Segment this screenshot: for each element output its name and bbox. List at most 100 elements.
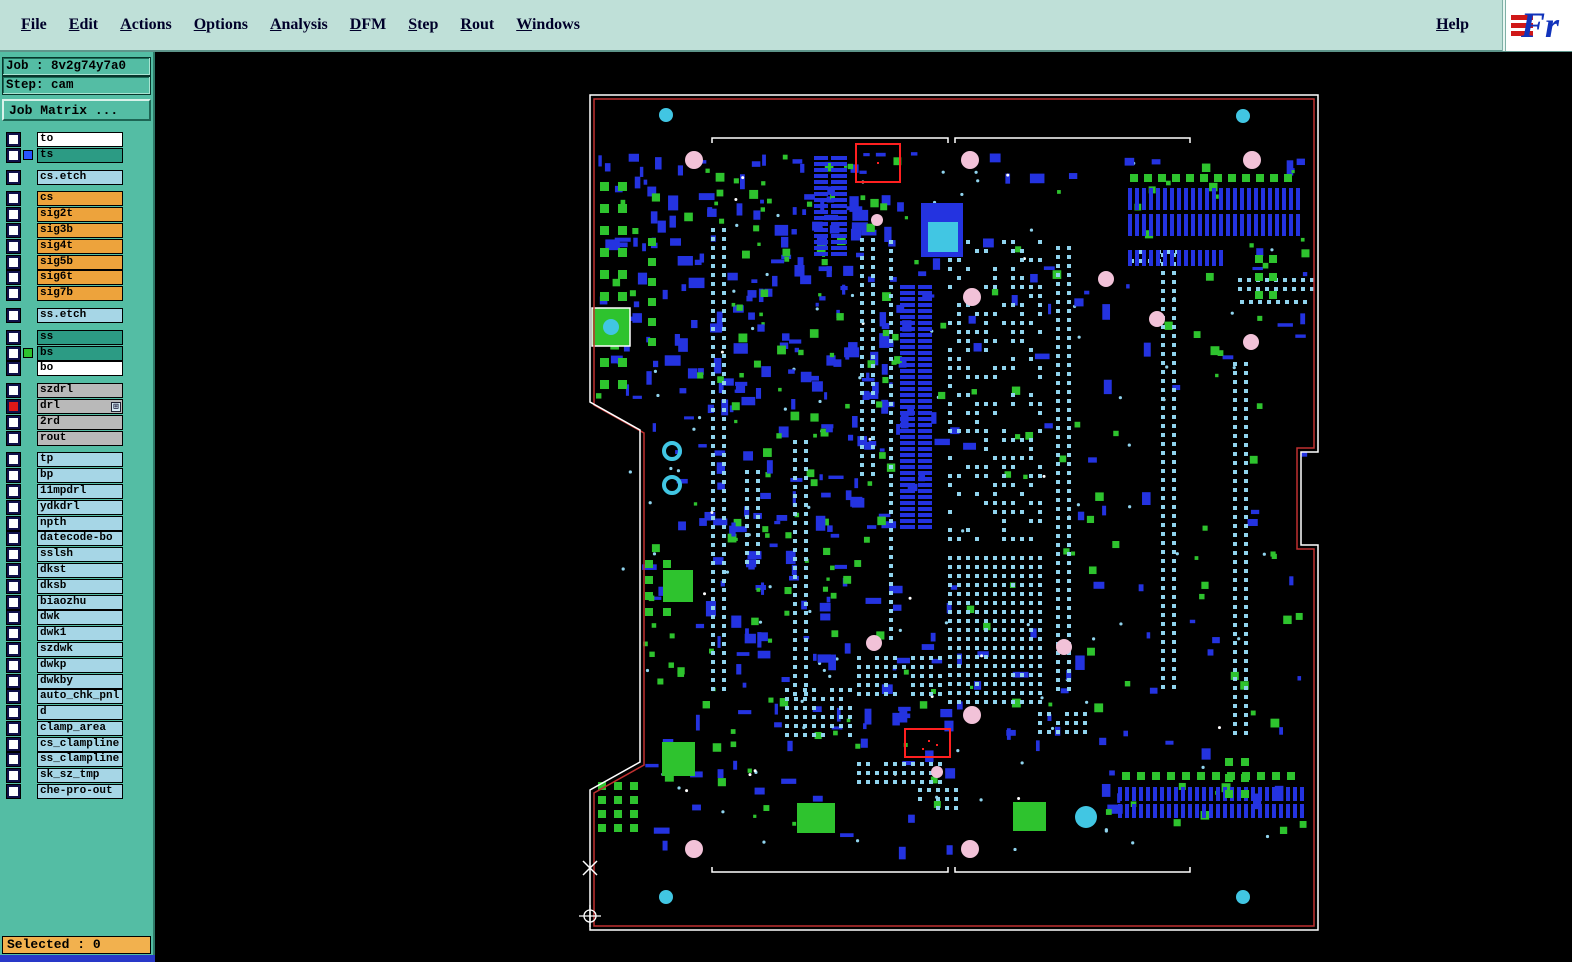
layer-label-drl[interactable]: drl ⊞ bbox=[37, 398, 123, 414]
layer-visibility-checkbox[interactable] bbox=[6, 414, 21, 430]
layer-visibility-checkbox[interactable] bbox=[6, 147, 21, 163]
layer-visibility-checkbox[interactable] bbox=[6, 286, 21, 302]
layer-label-npth[interactable]: npth bbox=[37, 515, 123, 531]
layer-visibility-checkbox[interactable] bbox=[6, 626, 21, 642]
layer-label-tp[interactable]: tp bbox=[37, 452, 123, 468]
layer-label-to[interactable]: to bbox=[37, 132, 123, 147]
layer-label-ss_clampline[interactable]: ss_clampline bbox=[37, 752, 123, 768]
menu-edit[interactable]: Edit bbox=[58, 12, 109, 38]
layer-visibility-checkbox[interactable] bbox=[6, 610, 21, 626]
pcb-view[interactable] bbox=[155, 52, 1572, 962]
layer-row-clamp_area: clamp_area bbox=[0, 720, 155, 736]
layer-visibility-checkbox[interactable] bbox=[6, 768, 21, 784]
layer-visibility-checkbox[interactable] bbox=[6, 468, 21, 484]
layer-label-biaozhu[interactable]: biaozhu bbox=[37, 594, 123, 610]
layer-label-11mpdrl[interactable]: 11mpdrl bbox=[37, 483, 123, 499]
menu-bar: File Edit Actions Options Analysis DFM Step Rou… bbox=[0, 0, 1572, 52]
menu-rout[interactable]: Rout bbox=[449, 12, 505, 38]
menu-windows[interactable]: Windows bbox=[505, 12, 591, 38]
layer-visibility-checkbox[interactable] bbox=[6, 361, 21, 377]
menu-step[interactable]: Step bbox=[397, 12, 449, 38]
layer-label-cs.etch[interactable]: cs.etch bbox=[37, 169, 123, 185]
layer-visibility-checkbox[interactable] bbox=[6, 547, 21, 563]
layer-row-bp: bp bbox=[0, 468, 155, 484]
menu-analysis[interactable]: Analysis bbox=[259, 12, 339, 38]
layer-visibility-checkbox[interactable] bbox=[6, 430, 21, 446]
layer-visibility-checkbox[interactable] bbox=[6, 207, 21, 223]
layer-row-dwkby: dwkby bbox=[0, 673, 155, 689]
layer-visibility-checkbox[interactable] bbox=[6, 720, 21, 736]
layer-visibility-checkbox[interactable] bbox=[6, 169, 21, 185]
layer-label-szdrl[interactable]: szdrl bbox=[37, 383, 123, 399]
layer-visibility-checkbox[interactable] bbox=[6, 562, 21, 578]
layer-row-dwk1: dwk1 bbox=[0, 626, 155, 642]
layer-visibility-checkbox[interactable] bbox=[6, 452, 21, 468]
layer-label-2rd[interactable]: 2rd bbox=[37, 414, 123, 430]
layer-label-ss[interactable]: ss bbox=[37, 329, 123, 345]
layer-label-rout[interactable]: rout bbox=[37, 430, 123, 446]
layer-label-sslsh[interactable]: sslsh bbox=[37, 547, 123, 563]
layer-label-ss.etch[interactable]: ss.etch bbox=[37, 307, 123, 323]
layer-visibility-checkbox[interactable] bbox=[6, 689, 21, 705]
layer-visibility-checkbox[interactable] bbox=[6, 594, 21, 610]
layer-visibility-checkbox[interactable] bbox=[6, 531, 21, 547]
layer-label-cs[interactable]: cs bbox=[37, 191, 123, 207]
layer-label-sk_sz_tmp[interactable]: sk_sz_tmp bbox=[37, 768, 123, 784]
menu-actions[interactable]: Actions bbox=[109, 12, 183, 38]
layer-label-ydkdrl[interactable]: ydkdrl bbox=[37, 499, 123, 515]
layer-visibility-checkbox[interactable] bbox=[6, 398, 21, 414]
layer-row-dksb: dksb bbox=[0, 578, 155, 594]
layer-visibility-checkbox[interactable] bbox=[6, 499, 21, 515]
layer-label-bp[interactable]: bp bbox=[37, 468, 123, 484]
layer-label-dwk[interactable]: dwk bbox=[37, 610, 123, 626]
layer-visibility-checkbox[interactable] bbox=[6, 383, 21, 399]
layer-visibility-checkbox[interactable] bbox=[6, 752, 21, 768]
layer-label-dwk1[interactable]: dwk1 bbox=[37, 626, 123, 642]
layer-label-bs[interactable]: bs bbox=[37, 345, 123, 361]
layer-label-cs_clampline[interactable]: cs_clampline bbox=[37, 736, 123, 752]
layer-visibility-checkbox[interactable] bbox=[6, 657, 21, 673]
layer-label-sig3b[interactable]: sig3b bbox=[37, 222, 123, 238]
layer-visibility-checkbox[interactable] bbox=[6, 673, 21, 689]
layer-visibility-checkbox[interactable] bbox=[6, 736, 21, 752]
layer-label-sig5b[interactable]: sig5b bbox=[37, 254, 123, 270]
menu-help[interactable]: Help bbox=[1425, 12, 1480, 38]
layer-label-sig4t[interactable]: sig4t bbox=[37, 238, 123, 254]
layer-visibility-checkbox[interactable] bbox=[6, 307, 21, 323]
layer-visibility-checkbox[interactable] bbox=[6, 705, 21, 721]
menu-options[interactable]: Options bbox=[183, 12, 259, 38]
layer-visibility-checkbox[interactable] bbox=[6, 270, 21, 286]
layer-visibility-checkbox[interactable] bbox=[6, 254, 21, 270]
job-matrix-button[interactable]: Job Matrix ... bbox=[2, 99, 151, 121]
layer-label-dwkby[interactable]: dwkby bbox=[37, 673, 123, 689]
layer-label-d[interactable]: d bbox=[37, 705, 123, 721]
layer-visibility-checkbox[interactable] bbox=[6, 238, 21, 254]
layer-label-sig6t[interactable]: sig6t bbox=[37, 270, 123, 286]
layer-visibility-checkbox[interactable] bbox=[6, 641, 21, 657]
layer-label-datecode-bo[interactable]: datecode-bo bbox=[37, 531, 123, 547]
layer-visibility-checkbox[interactable] bbox=[6, 329, 21, 345]
layer-label-szdwk[interactable]: szdwk bbox=[37, 641, 123, 657]
layer-visibility-checkbox[interactable] bbox=[6, 483, 21, 499]
layer-label-dksb[interactable]: dksb bbox=[37, 578, 123, 594]
layer-label-sig7b[interactable]: sig7b bbox=[37, 286, 123, 302]
sidebar: Job : 8v2g74y7a0 Step: cam Job Matrix ..… bbox=[0, 52, 155, 962]
layer-label-auto_chk_pnl[interactable]: auto_chk_pnl bbox=[37, 689, 123, 705]
logo-text: Fr bbox=[1521, 5, 1560, 45]
layer-visibility-checkbox[interactable] bbox=[6, 132, 21, 147]
layer-visibility-checkbox[interactable] bbox=[6, 784, 21, 800]
layer-label-dwkp[interactable]: dwkp bbox=[37, 657, 123, 673]
layer-label-dkst[interactable]: dkst bbox=[37, 562, 123, 578]
menu-file[interactable]: File bbox=[10, 12, 58, 38]
layer-visibility-checkbox[interactable] bbox=[6, 222, 21, 238]
layer-label-che-pro-out[interactable]: che-pro-out bbox=[37, 784, 123, 800]
layer-label-bo[interactable]: bo bbox=[37, 361, 123, 377]
layer-visibility-checkbox[interactable] bbox=[6, 191, 21, 207]
layer-label-ts[interactable]: ts bbox=[37, 147, 123, 163]
layer-visibility-checkbox[interactable] bbox=[6, 515, 21, 531]
layer-visibility-checkbox[interactable] bbox=[6, 578, 21, 594]
menu-dfm[interactable]: DFM bbox=[339, 12, 397, 38]
layer-visibility-checkbox[interactable] bbox=[6, 345, 21, 361]
layer-label-sig2t[interactable]: sig2t bbox=[37, 207, 123, 223]
layer-label-clamp_area[interactable]: clamp_area bbox=[37, 720, 123, 736]
